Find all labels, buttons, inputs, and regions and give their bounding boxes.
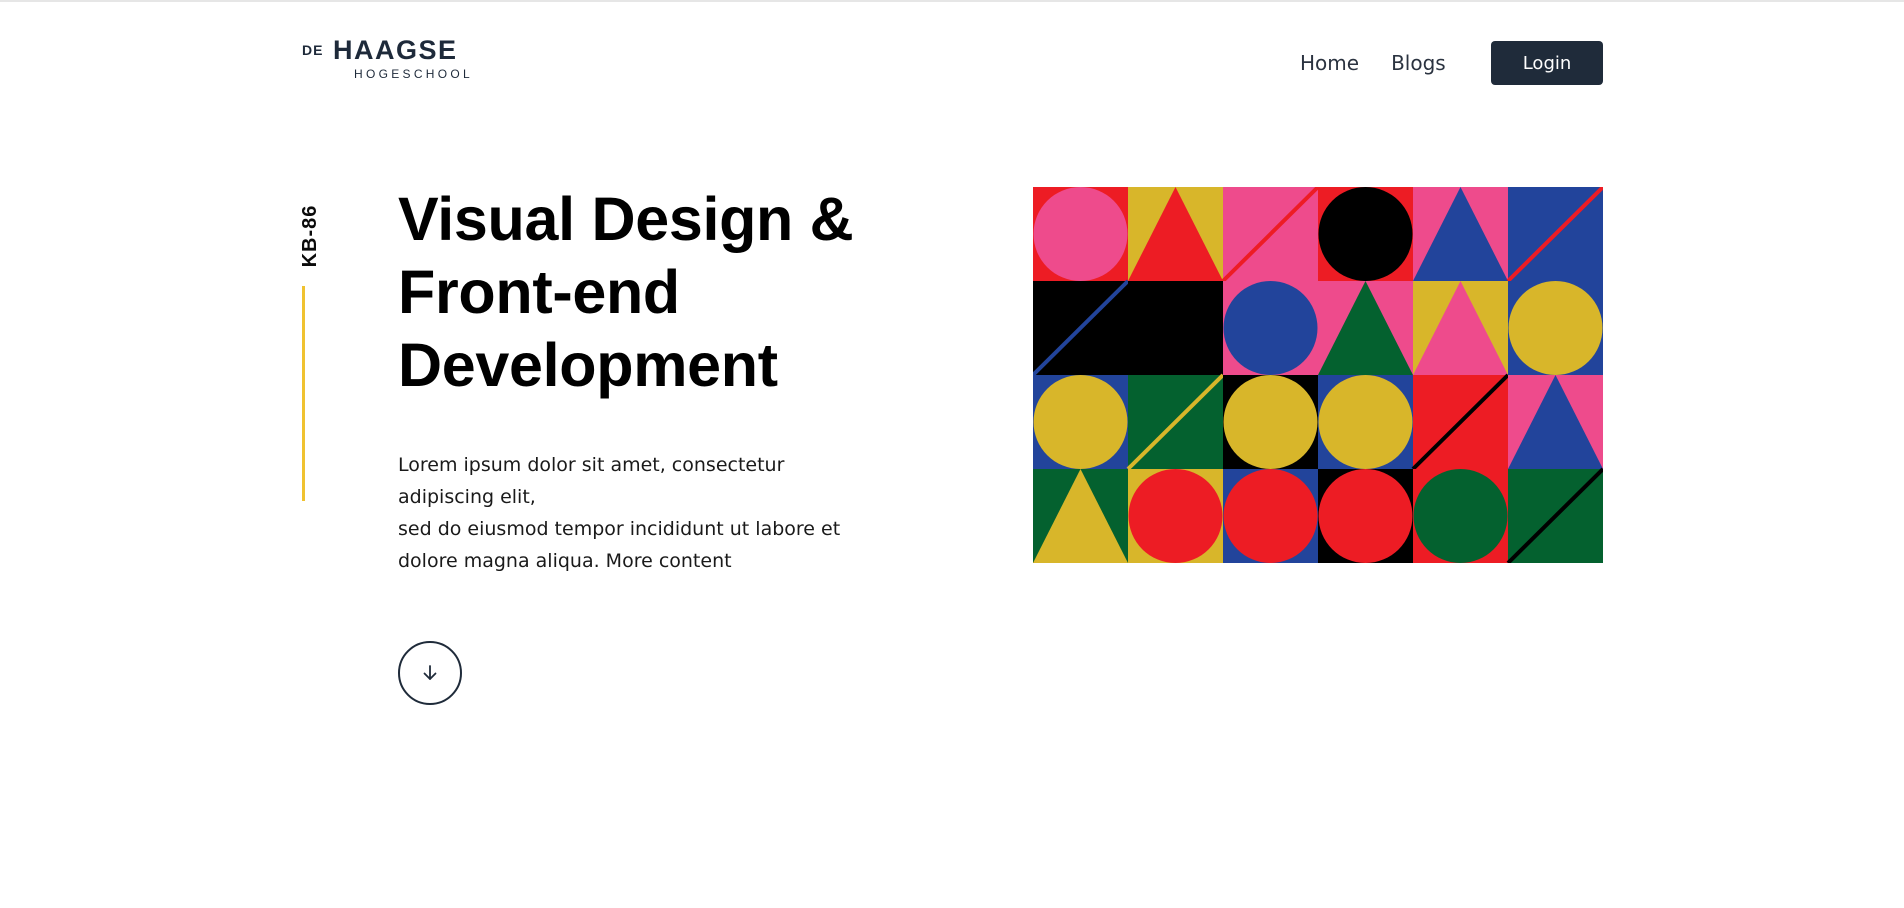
pattern-tile <box>1128 281 1224 376</box>
arrow-down-icon <box>423 665 437 680</box>
course-code: KB-86 <box>299 204 321 268</box>
pattern-tile <box>1318 375 1414 470</box>
pattern-tile <box>1506 187 1603 283</box>
logo-name: HAAGSE <box>333 35 458 65</box>
login-button[interactable]: Login <box>1491 41 1603 85</box>
nav-link-home[interactable]: Home <box>1300 40 1359 86</box>
pattern-tile <box>1506 467 1603 563</box>
pattern-tile <box>1411 373 1510 471</box>
pattern-tile <box>1413 281 1509 376</box>
page-title: Visual Design & Front-end Development <box>398 183 958 402</box>
pattern-tile <box>1508 375 1603 470</box>
pattern-tile <box>1128 187 1224 282</box>
description-line: Lorem ipsum dolor sit amet, consectetur <box>398 454 785 476</box>
logo[interactable]: DE HAAGSE HOGESCHOOL <box>302 35 482 84</box>
main-nav: Home Blogs <box>1300 40 1478 86</box>
title-line: Front-end <box>398 258 680 326</box>
pattern-tile <box>1318 469 1414 563</box>
nav-link-blogs[interactable]: Blogs <box>1391 40 1446 86</box>
pattern-tile <box>1223 375 1319 470</box>
pattern-tile <box>1033 375 1129 470</box>
title-line: Development <box>398 331 778 399</box>
description-line: adipiscing elit, <box>398 486 536 508</box>
pattern-tile <box>1126 373 1225 471</box>
scroll-down-button[interactable] <box>398 641 462 705</box>
logo-subtitle: HOGESCHOOL <box>354 67 474 81</box>
geometric-pattern-image <box>1033 187 1603 563</box>
pattern-tile <box>1033 187 1129 282</box>
logo-prefix: DE <box>302 42 324 58</box>
pattern-tile <box>1033 279 1130 377</box>
hero-description: Lorem ipsum dolor sit amet, consectetur … <box>398 449 898 577</box>
pattern-tile <box>1128 469 1224 563</box>
pattern-tile <box>1318 281 1414 376</box>
pattern-tile <box>1223 281 1319 376</box>
pattern-tile <box>1223 469 1319 563</box>
pattern-tile <box>1318 187 1414 282</box>
description-line: dolore magna aliqua. More content <box>398 550 732 572</box>
top-divider <box>0 0 1904 2</box>
pattern-tile <box>1413 187 1509 282</box>
title-line: Visual Design & <box>398 185 854 253</box>
pattern-tile <box>1508 281 1603 376</box>
pattern-tile <box>1413 469 1509 563</box>
pattern-tile <box>1221 187 1320 283</box>
description-line: sed do eiusmod tempor incididunt ut labo… <box>398 518 841 540</box>
accent-line <box>302 286 305 501</box>
pattern-tile <box>1033 469 1129 563</box>
